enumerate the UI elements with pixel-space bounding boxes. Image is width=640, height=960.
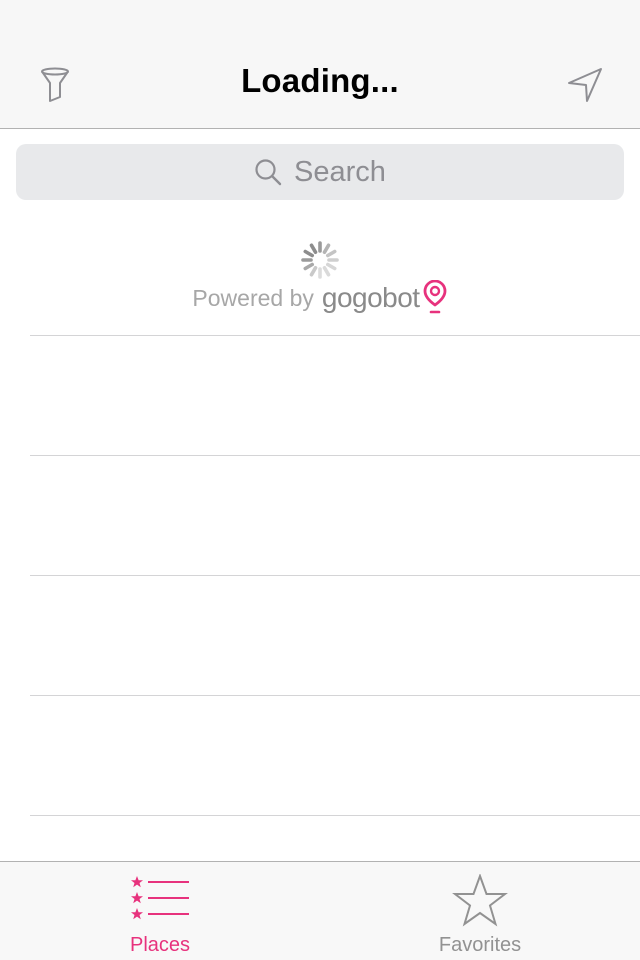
- star-icon: [452, 874, 508, 927]
- search-icon: [255, 159, 282, 186]
- list-separator: [30, 335, 640, 336]
- search-bar[interactable]: Search: [16, 144, 624, 200]
- list-separator: [30, 815, 640, 816]
- tab-places-label: Places: [129, 934, 191, 956]
- list-separator: [30, 695, 640, 696]
- page-title: Loading...: [241, 62, 399, 99]
- location-arrow-icon: [568, 68, 602, 102]
- tab-bar: Places Favorites: [0, 861, 640, 960]
- powered-by-label: Powered by: [192, 284, 314, 311]
- tab-favorites-label: Favorites: [438, 934, 522, 956]
- current-location-button[interactable]: [560, 60, 610, 110]
- search-placeholder: Search: [294, 155, 386, 188]
- map-pin-icon: [423, 280, 446, 314]
- screen: Loading... Search Powered by gogobot Pla…: [0, 0, 640, 960]
- list-separator: [30, 575, 640, 576]
- list-separator: [30, 455, 640, 456]
- status-bar: [0, 0, 640, 40]
- starred-list-icon: [131, 876, 189, 920]
- tab-favorites[interactable]: Favorites: [320, 862, 640, 960]
- activity-spinner-icon: [301, 241, 339, 279]
- navigation-bar: Loading...: [0, 40, 640, 129]
- search-field[interactable]: Search: [16, 144, 624, 200]
- tab-places[interactable]: Places: [0, 862, 320, 960]
- brand-logo-text: gogobot: [321, 282, 420, 313]
- powered-by-attribution: Powered by gogobot: [0, 280, 640, 316]
